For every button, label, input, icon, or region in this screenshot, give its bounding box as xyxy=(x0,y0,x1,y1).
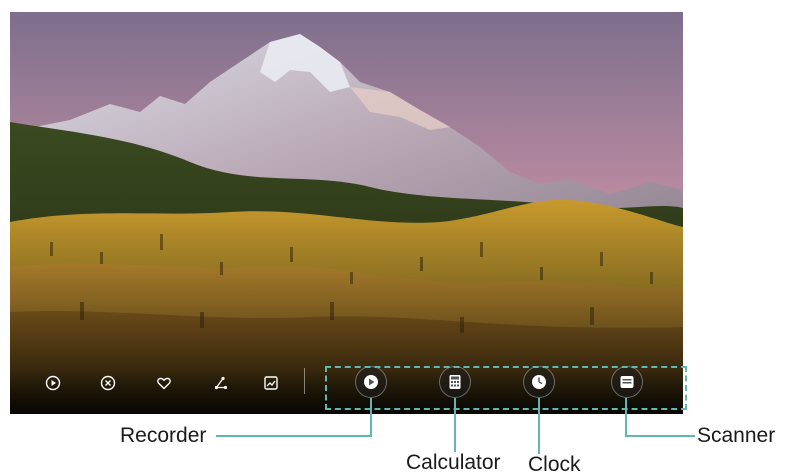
scanner-callout-line-h xyxy=(625,435,695,437)
scanner-label: Scanner xyxy=(697,424,776,447)
share-icon[interactable] xyxy=(208,370,234,396)
clock-callout-line xyxy=(538,398,540,454)
close-circle-icon[interactable] xyxy=(95,370,121,396)
toolbar-divider xyxy=(304,368,305,394)
recorder-label: Recorder xyxy=(120,424,207,447)
heart-icon[interactable] xyxy=(151,370,177,396)
lock-screen xyxy=(10,12,683,414)
recorder-callout-line-h xyxy=(216,435,372,437)
scanner-callout-line xyxy=(625,398,627,436)
wallpaper-image xyxy=(10,12,683,414)
recorder-callout-line xyxy=(370,398,372,436)
shortcut-highlight-box xyxy=(325,366,687,410)
calculator-label: Calculator xyxy=(406,451,501,474)
play-circle-icon[interactable] xyxy=(40,370,66,396)
edit-image-icon[interactable] xyxy=(258,370,284,396)
calculator-callout-line xyxy=(454,398,456,452)
clock-label: Clock xyxy=(528,453,581,476)
figure: Recorder Calculator Clock Scanner xyxy=(0,0,786,476)
